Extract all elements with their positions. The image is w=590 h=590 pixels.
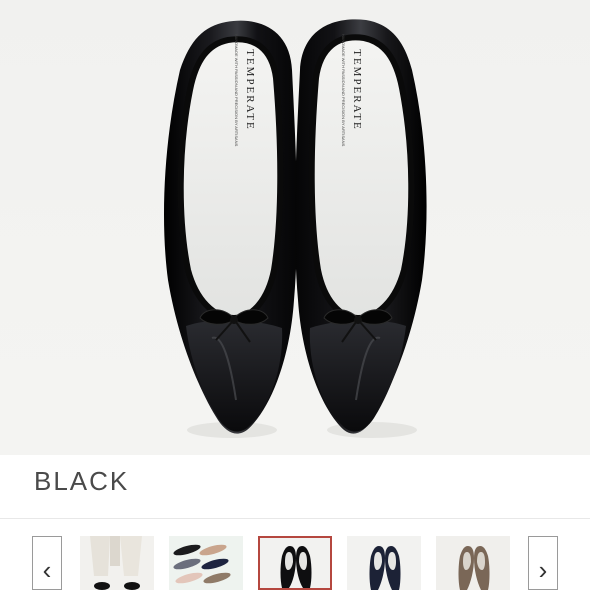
- black-flats-photo: TEMPERATE HANDMADE WITH PASSION AND PREC…: [164, 19, 427, 438]
- thumb-color-lineup[interactable]: [169, 536, 243, 590]
- main-product-image: TEMPERATE HANDMADE WITH PASSION AND PREC…: [0, 0, 590, 455]
- svg-text:HANDMADE WITH PASSION AND PREC: HANDMADE WITH PASSION AND PRECISION BY A…: [234, 34, 239, 147]
- thumb-beige-pair[interactable]: [436, 536, 510, 590]
- selected-color-name: BLACK: [34, 466, 130, 496]
- prev-thumbnail-button[interactable]: ‹: [32, 536, 62, 590]
- black-pair-image: [260, 538, 330, 588]
- thumb-black-pair[interactable]: [258, 536, 332, 590]
- product-gallery-page: TEMPERATE HANDMADE WITH PASSION AND PREC…: [0, 0, 590, 590]
- left-insole-label: TEMPERATE HANDMADE WITH PASSION AND PREC…: [234, 34, 256, 147]
- model-legs-image: [80, 536, 154, 590]
- right-shoe: TEMPERATE HANDMADE WITH PASSION AND PREC…: [294, 19, 427, 438]
- beige-pair-image: [436, 536, 510, 590]
- left-shoe: TEMPERATE HANDMADE WITH PASSION AND PREC…: [164, 20, 298, 438]
- svg-text:HANDMADE WITH PASSION AND PREC: HANDMADE WITH PASSION AND PRECISION BY A…: [341, 34, 346, 147]
- navy-pair-image: [347, 536, 421, 590]
- chevron-right-icon: ›: [538, 555, 548, 585]
- svg-text:TEMPERATE: TEMPERATE: [351, 49, 363, 131]
- thumb-navy-pair[interactable]: [347, 536, 421, 590]
- right-insole-label: TEMPERATE HANDMADE WITH PASSION AND PREC…: [341, 34, 363, 147]
- color-lineup-image: [169, 536, 243, 590]
- next-thumbnail-button[interactable]: ›: [528, 536, 558, 590]
- svg-text:TEMPERATE: TEMPERATE: [244, 49, 256, 131]
- chevron-left-icon: ‹: [42, 555, 52, 585]
- thumb-model-legs[interactable]: [80, 536, 154, 590]
- thumbnail-strip: ‹ ›: [0, 536, 590, 590]
- divider: [0, 518, 590, 519]
